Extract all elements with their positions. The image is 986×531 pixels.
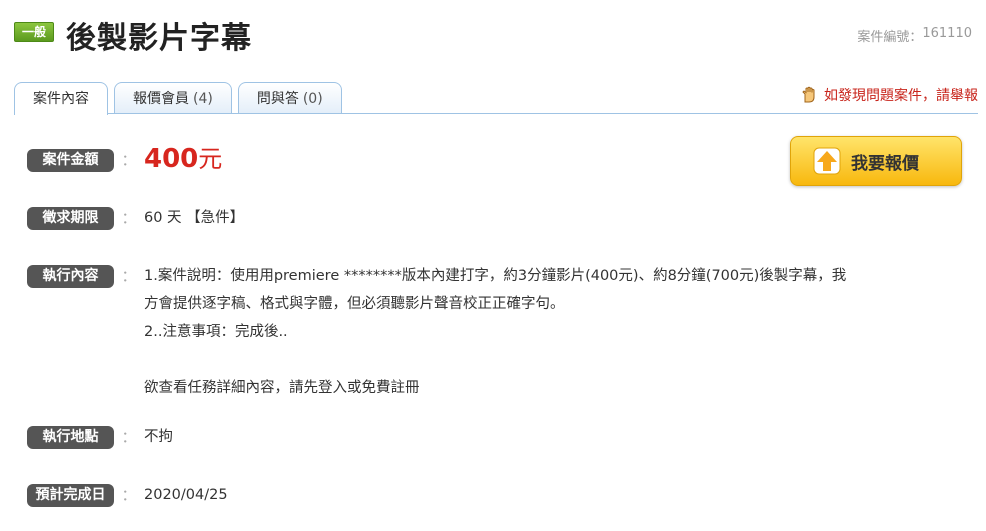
content-line bbox=[144, 346, 904, 374]
arrow-up-icon bbox=[813, 147, 841, 175]
tab-count: (4) bbox=[193, 91, 213, 107]
detail-row-deadline: 徵求期限 ： 60 天 【急件】 bbox=[27, 207, 244, 230]
colon: ： bbox=[121, 209, 137, 227]
content-line: 2..注意事項：完成後.. bbox=[144, 324, 288, 340]
tab-label: 問與答 bbox=[256, 91, 299, 107]
detail-row-content: 執行內容 ： 1.案件說明：使用用premiere ********版本內建打字… bbox=[27, 265, 904, 402]
detail-row-completion: 預計完成日 ： 2020/04/25 bbox=[27, 484, 228, 507]
completion-label: 預計完成日 bbox=[27, 484, 114, 507]
deadline-label: 徵求期限 bbox=[27, 207, 114, 230]
amount-unit: 元 bbox=[198, 145, 223, 173]
tab-count: (0) bbox=[302, 91, 323, 107]
tab-qa[interactable]: 問與答 (0) bbox=[237, 82, 342, 114]
quote-button[interactable]: 我要報價 bbox=[790, 136, 962, 186]
completion-date: 2020/04/25 bbox=[144, 487, 228, 503]
case-number: 案件編號： 161110 bbox=[857, 26, 972, 45]
tab-divider bbox=[14, 113, 978, 114]
report-link[interactable]: 如發現問題案件，請舉報 bbox=[800, 85, 978, 105]
content-login-note: 欲查看任務詳細內容，請先登入或免費註冊 bbox=[144, 380, 420, 396]
colon: ： bbox=[121, 151, 137, 169]
tab-bar: 案件內容 報價會員 (4) 問與答 (0) bbox=[14, 82, 342, 115]
case-type-badge: 一般 bbox=[14, 22, 54, 42]
amount-value: 400 bbox=[144, 144, 199, 174]
deadline-value: 60 天 【急件】 bbox=[144, 210, 245, 226]
hand-icon bbox=[800, 86, 818, 104]
location-value: 不拘 bbox=[144, 429, 173, 445]
quote-button-label: 我要報價 bbox=[851, 153, 919, 174]
content-line: 1.案件說明：使用用premiere ********版本內建打字，約3分鐘影片… bbox=[144, 268, 847, 284]
tab-quote-members[interactable]: 報價會員 (4) bbox=[114, 82, 232, 114]
case-number-label: 案件編號： bbox=[857, 30, 923, 45]
case-amount: 400元 bbox=[144, 146, 222, 172]
detail-row-location: 執行地點 ： 不拘 bbox=[27, 426, 173, 449]
tab-label: 報價會員 bbox=[133, 91, 189, 107]
content-description: 1.案件說明：使用用premiere ********版本內建打字，約3分鐘影片… bbox=[144, 262, 904, 402]
detail-row-amount: 案件金額 ： 400元 bbox=[27, 146, 222, 172]
page-title: 後製影片字幕 bbox=[66, 21, 252, 56]
content-line: 方會提供逐字稿、格式與字體，但必須聽影片聲音校正正確字句。 bbox=[144, 296, 565, 312]
case-number-value: 161110 bbox=[922, 26, 972, 41]
amount-label: 案件金額 bbox=[27, 149, 114, 172]
tab-label: 案件內容 bbox=[33, 91, 89, 107]
tab-case-content[interactable]: 案件內容 bbox=[14, 82, 108, 115]
colon: ： bbox=[121, 486, 137, 504]
content-label: 執行內容 bbox=[27, 265, 114, 288]
location-label: 執行地點 bbox=[27, 426, 114, 449]
colon: ： bbox=[121, 428, 137, 446]
colon: ： bbox=[121, 267, 137, 285]
report-link-label: 如發現問題案件，請舉報 bbox=[824, 88, 978, 104]
